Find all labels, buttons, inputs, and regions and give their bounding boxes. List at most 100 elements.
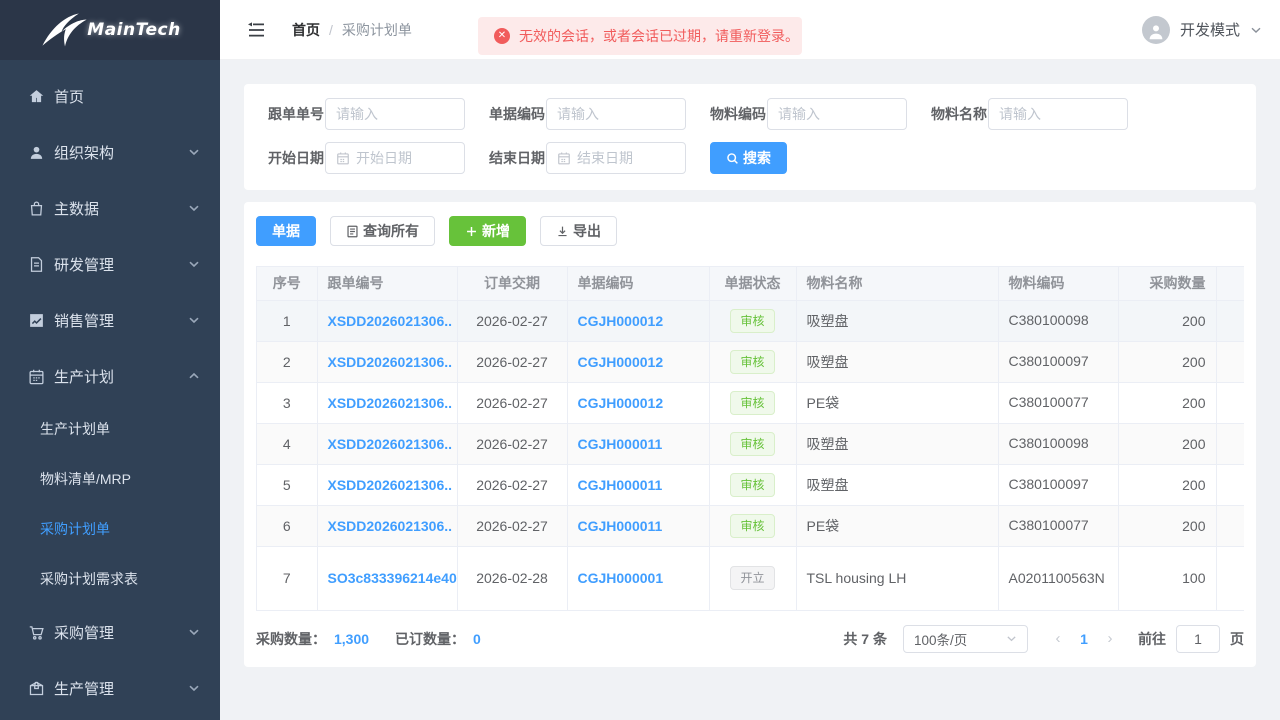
table-row[interactable]: 1 XSDD2026021306.. 2026-02-27 CGJH000012 审核吸… (257, 300, 1244, 342)
doc-link[interactable]: CGJH000012 (578, 313, 664, 329)
prev-page-button[interactable]: ‹ (1046, 630, 1070, 647)
order-link[interactable]: XSDD2026021306.. (328, 354, 453, 370)
sidebar-item-production-management[interactable]: 生产管理 (0, 660, 220, 716)
query-all-button[interactable]: 查询所有 (330, 216, 435, 246)
sidebar-item-production-plan-order[interactable]: 生产计划单 (0, 404, 220, 454)
logo-text: MainTech (87, 20, 181, 40)
table-row[interactable]: 4 XSDD2026021306.. 2026-02-27 CGJH000011 审核吸… (257, 423, 1244, 465)
sidebar-item-label: 研发管理 (54, 256, 115, 274)
cell-doc[interactable]: CGJH000011 (567, 505, 710, 547)
material-code-input[interactable] (778, 106, 896, 122)
table-row[interactable]: 3 XSDD2026021306.. 2026-02-27 CGJH000012 审核 P… (257, 382, 1244, 424)
add-button[interactable]: 新增 (449, 216, 526, 246)
cell-doc[interactable]: CGJH000001 (567, 546, 710, 611)
ordered-qty-value: 0 (473, 630, 481, 647)
start-date-input[interactable] (356, 150, 454, 166)
user-menu[interactable]: 开发模式 (1141, 15, 1262, 44)
tracking-no-field[interactable] (325, 98, 465, 130)
sidebar-item-master-data[interactable]: 主数据 (0, 180, 220, 236)
cell-qty: 200 (1118, 423, 1217, 465)
document-button[interactable]: 单据 (256, 216, 316, 246)
column-header: 序号 (257, 267, 318, 301)
table-row[interactable]: 6 XSDD2026021306.. 2026-02-27 CGJH000011 审核 P… (257, 505, 1244, 547)
doc-link[interactable]: CGJH000001 (578, 570, 664, 586)
doc-link[interactable]: CGJH000012 (578, 354, 664, 370)
cell-order[interactable]: XSDD2026021306.. (317, 464, 458, 506)
sidebar-item-production-plan[interactable]: 生产计划 (0, 348, 220, 404)
cell-code: C380100077 (998, 382, 1119, 424)
sidebar-item-bom-mrp[interactable]: 物料清单/MRP (0, 454, 220, 504)
material-name-input[interactable] (999, 106, 1117, 122)
cell-date: 2026-02-28 (457, 546, 568, 611)
doc-link[interactable]: CGJH000011 (578, 477, 663, 493)
bag-icon (30, 201, 43, 216)
cell-doc[interactable]: CGJH000011 (567, 464, 710, 506)
avatar (1141, 15, 1170, 44)
pagination: 共 7 条 100条/页 ‹ 1 › 前往 页 (843, 624, 1244, 653)
sidebar-item-organization[interactable]: 组织架构 (0, 124, 220, 180)
doc-link[interactable]: CGJH000011 (578, 436, 663, 452)
sidebar-item-sales-management[interactable]: 销售管理 (0, 292, 220, 348)
start-date-field[interactable] (325, 142, 465, 174)
doc-link[interactable]: CGJH000011 (578, 518, 663, 534)
breadcrumb-home[interactable]: 首页 (292, 20, 320, 40)
cell-status: 审核 (709, 300, 797, 342)
cell-order[interactable]: XSDD2026021306.. (317, 505, 458, 547)
order-link[interactable]: SO3c833396214e40 (328, 570, 457, 586)
sidebar-menu: 首页 组织架构 主数据 研发管理 销售管理 生产计划 生产计划单 物料清单/MR… (0, 60, 220, 716)
order-link[interactable]: XSDD2026021306.. (328, 395, 453, 411)
column-header: 订单交期 (457, 267, 568, 301)
end-date-input[interactable] (577, 150, 675, 166)
chevron-down-icon (1007, 636, 1016, 642)
cell-order[interactable]: XSDD2026021306.. (317, 341, 458, 383)
menu-fold-icon[interactable] (246, 20, 266, 40)
table-row[interactable]: 7 SO3c833396214e40 2026-02-28 CGJH000001 开立 T… (257, 546, 1244, 611)
cell-doc[interactable]: CGJH000011 (567, 423, 710, 465)
current-page[interactable]: 1 (1070, 631, 1098, 647)
order-link[interactable]: XSDD2026021306.. (328, 313, 453, 329)
sidebar-item-purchase-management[interactable]: 采购管理 (0, 604, 220, 660)
order-link[interactable]: XSDD2026021306.. (328, 518, 453, 534)
sidebar-item-purchase-plan-order[interactable]: 采购计划单 (0, 504, 220, 554)
cell-doc[interactable]: CGJH000012 (567, 341, 710, 383)
doc-code-field[interactable] (546, 98, 686, 130)
sidebar-item-purchase-plan-demand[interactable]: 采购计划需求表 (0, 554, 220, 604)
toolbar: 单据 查询所有 新增 导出 (256, 216, 1244, 246)
page-size-select[interactable]: 100条/页 (903, 624, 1028, 653)
order-link[interactable]: XSDD2026021306.. (328, 477, 453, 493)
cell-doc[interactable]: CGJH000012 (567, 382, 710, 424)
goto-page-input[interactable] (1176, 624, 1220, 653)
doc-link[interactable]: CGJH000012 (578, 395, 664, 411)
total-count: 共 7 条 (843, 630, 887, 647)
sidebar-item-rd-management[interactable]: 研发管理 (0, 236, 220, 292)
chevron-down-icon (1251, 27, 1261, 33)
material-code-field[interactable] (767, 98, 907, 130)
next-page-button[interactable]: › (1098, 630, 1122, 647)
cell-code: A0201100563N (998, 546, 1119, 611)
search-button[interactable]: 搜索 (710, 142, 787, 174)
table-row[interactable]: 2 XSDD2026021306.. 2026-02-27 CGJH000012 审核吸… (257, 341, 1244, 383)
tracking-no-input[interactable] (336, 106, 454, 122)
cell-order[interactable]: XSDD2026021306.. (317, 382, 458, 424)
cell-no: 3 (257, 382, 318, 424)
order-link[interactable]: XSDD2026021306.. (328, 436, 453, 452)
status-badge: 开立 (730, 566, 775, 590)
cell-material: 吸塑盘 (796, 423, 999, 465)
sidebar: MainTech 首页 组织架构 主数据 研发管理 销售管理 生产计划 生产计划… (0, 0, 220, 720)
doc-code-input[interactable] (557, 106, 675, 122)
status-badge: 审核 (730, 513, 775, 538)
cell-order[interactable]: XSDD2026021306.. (317, 423, 458, 465)
cell-order[interactable]: XSDD2026021306.. (317, 300, 458, 342)
material-name-field[interactable] (988, 98, 1128, 130)
chevron-down-icon (189, 149, 199, 156)
sidebar-item-label: 组织架构 (54, 144, 115, 162)
cell-doc[interactable]: CGJH000012 (567, 300, 710, 342)
table-row[interactable]: 5 XSDD2026021306.. 2026-02-27 CGJH000011 审核吸… (257, 464, 1244, 506)
calendar-icon (337, 152, 349, 165)
end-date-field[interactable] (546, 142, 686, 174)
sidebar-item-home[interactable]: 首页 (0, 68, 220, 124)
cell-qty: 100 (1118, 546, 1217, 611)
export-button[interactable]: 导出 (540, 216, 617, 246)
page-content: 跟单单号 单据编码 物料编码 物料名称 开始日期 (220, 60, 1280, 667)
cell-order[interactable]: SO3c833396214e40 (317, 546, 458, 611)
